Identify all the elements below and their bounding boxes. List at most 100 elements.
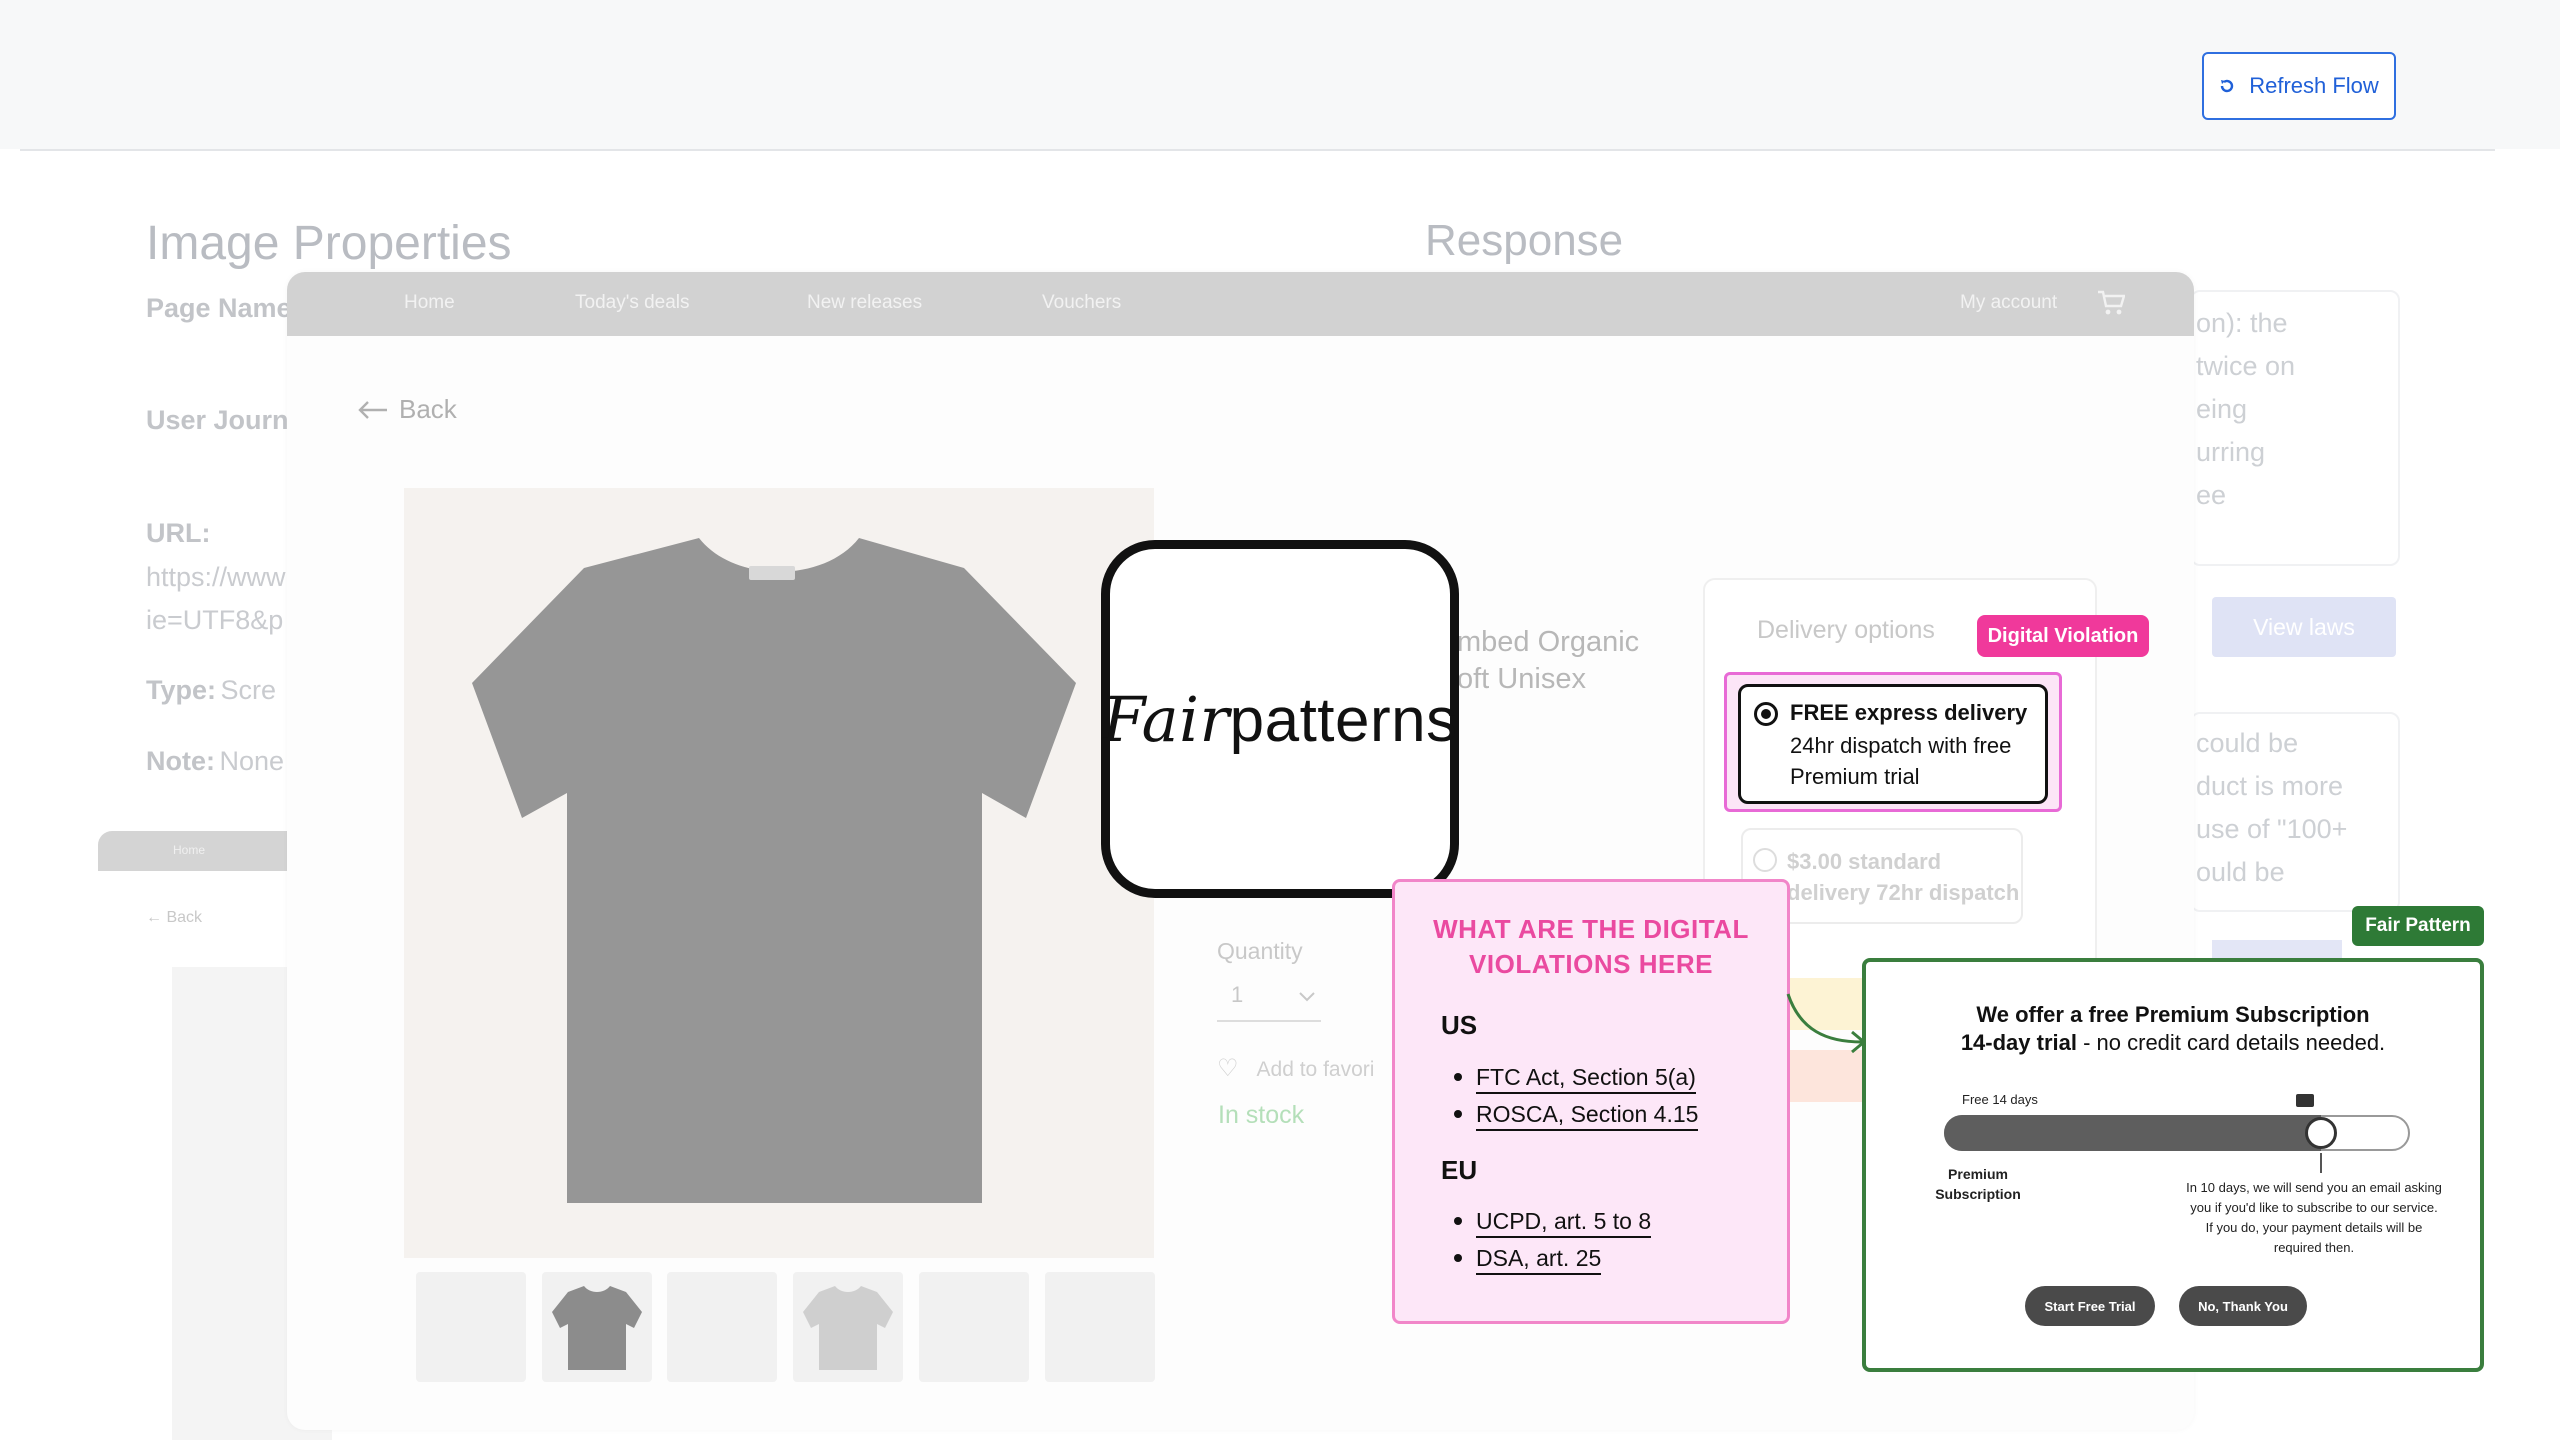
note-row: Note: None: [146, 746, 284, 777]
add-to-favorites[interactable]: ♡ Add to favori: [1217, 1054, 1374, 1083]
nav-todays-deals[interactable]: Today's deals: [575, 292, 690, 314]
law-link[interactable]: ROSCA, Section 4.15: [1454, 1101, 1699, 1131]
thumbnail-1[interactable]: [416, 1272, 526, 1382]
thumbnail-6[interactable]: [1045, 1272, 1155, 1382]
logo-fair: Fair: [1102, 682, 1230, 756]
response-line: duct is more: [2196, 771, 2344, 801]
radio-selected[interactable]: [1754, 702, 1778, 726]
express-delivery-title: FREE express delivery: [1790, 700, 2028, 725]
standard-line-2: delivery 72hr dispatch: [1787, 880, 2020, 905]
express-delivery-subtitle: 24hr dispatch with free Premium trial: [1790, 733, 2012, 789]
thumbnail-5[interactable]: [919, 1272, 1029, 1382]
product-title: mbed Organic oft Unisex: [1457, 624, 1639, 698]
bullet: [1454, 1216, 1462, 1225]
view-laws-button[interactable]: View laws: [2212, 597, 2396, 657]
response-line: on): the: [2196, 308, 2288, 338]
chevron-down-icon: [1299, 992, 1315, 1002]
refresh-flow-button[interactable]: Refresh Flow: [2202, 52, 2396, 120]
mini-back-label: Back: [166, 909, 203, 926]
back-label: Back: [399, 394, 457, 424]
mail-icon: [2296, 1094, 2314, 1107]
store-navbar: Home Today's deals New releases Vouchers…: [287, 272, 2194, 336]
law-link-text[interactable]: UCPD, art. 5 to 8: [1476, 1208, 1652, 1238]
violations-heading-line-2: VIOLATIONS HERE: [1469, 949, 1713, 979]
url-line-1[interactable]: https://www: [146, 562, 286, 593]
fair-pattern-line-1: We offer a free Premium Subscription: [1976, 1002, 2370, 1027]
user-journey-label: User Journ: [146, 405, 289, 435]
back-link[interactable]: Back: [357, 394, 457, 425]
bullet: [1454, 1072, 1462, 1081]
no-thank-you-button[interactable]: No, Thank You: [2179, 1286, 2307, 1326]
response-text-2: could be duct is more use of "100+ ould …: [2196, 722, 2347, 894]
response-line: could be: [2196, 728, 2299, 758]
timeline-tick: [2320, 1153, 2323, 1173]
region-us: US: [1441, 1010, 1478, 1040]
response-line: ould be: [2196, 857, 2285, 887]
fair-pattern-line-2: 14-day trial - no credit card details ne…: [1864, 1029, 2482, 1057]
fair-pattern-badge: Fair Pattern: [2352, 906, 2484, 946]
response-title: Response: [1425, 216, 1624, 265]
url-label: URL:: [146, 518, 211, 548]
start-free-trial-button[interactable]: Start Free Trial: [2025, 1286, 2155, 1326]
response-line: eing: [2196, 394, 2248, 424]
type-label: Type:: [146, 675, 217, 705]
product-title-line-1: mbed Organic: [1457, 626, 1640, 658]
quantity-value: 1: [1231, 982, 1244, 1007]
product-title-line-2: oft Unisex: [1457, 663, 1586, 695]
delivery-options-label: Delivery options: [1757, 616, 1935, 644]
url-line-2[interactable]: ie=UTF8&p: [146, 605, 283, 636]
refresh-flow-label: Refresh Flow: [2249, 73, 2379, 98]
response-line: ee: [2196, 480, 2227, 510]
violations-heading-line-1: WHAT ARE THE DIGITAL: [1433, 914, 1749, 944]
standard-line-1: $3.00 standard: [1787, 849, 1942, 874]
quantity-label: Quantity: [1217, 938, 1303, 964]
standard-delivery-text: $3.00 standard delivery 72hr dispatch: [1787, 846, 2019, 908]
tshirt-thumb-icon: [803, 1286, 893, 1370]
thumbnail-3[interactable]: [667, 1272, 777, 1382]
violations-heading: WHAT ARE THE DIGITAL VIOLATIONS HERE: [1392, 912, 1790, 982]
arrow-left-icon: [358, 400, 387, 419]
type-row: Type: Scre: [146, 675, 276, 706]
tshirt-thumb-icon: [552, 1286, 642, 1370]
response-line: urring: [2196, 437, 2266, 467]
law-link-text[interactable]: ROSCA, Section 4.15: [1476, 1101, 1699, 1131]
favorites-label: Add to favori: [1256, 1058, 1375, 1081]
digital-violation-badge: Digital Violation: [1977, 615, 2149, 657]
radio-unselected: [1753, 848, 1777, 872]
law-link[interactable]: UCPD, art. 5 to 8: [1454, 1208, 1652, 1238]
nav-vouchers[interactable]: Vouchers: [1042, 292, 1121, 314]
top-toolbar: [0, 0, 2560, 149]
tshirt-image: [472, 538, 1076, 1203]
premium-subscription-label: Premium Subscription: [1935, 1166, 2021, 1202]
law-link[interactable]: FTC Act, Section 5(a): [1454, 1064, 1696, 1094]
type-value: Scre: [220, 675, 276, 705]
heart-icon: ♡: [1217, 1055, 1239, 1082]
law-link-text[interactable]: DSA, art. 25: [1476, 1245, 1602, 1275]
connector-arrow-icon: [1786, 993, 1867, 1054]
trial-length: 14-day trial: [1960, 1030, 2077, 1055]
logo-patterns: patterns: [1229, 685, 1458, 755]
law-link[interactable]: DSA, art. 25: [1454, 1245, 1602, 1275]
note-label: Note:: [146, 746, 215, 776]
no-card-text: - no credit card details needed.: [2076, 1030, 2386, 1055]
nav-new-releases[interactable]: New releases: [807, 292, 922, 314]
toolbar-divider: [20, 149, 2495, 151]
page-name-label: Page Name: [146, 293, 292, 323]
logo-wordmark: Fairpatterns: [1102, 683, 1457, 756]
note-value: None: [219, 746, 284, 776]
nav-my-account[interactable]: My account: [1960, 292, 2057, 314]
thumbnail-4[interactable]: [793, 1272, 903, 1382]
mini-preview-nav: Home: [98, 831, 298, 871]
thumbnail-2[interactable]: [542, 1272, 652, 1382]
mini-back-link[interactable]: ← Back: [146, 909, 202, 927]
nav-home[interactable]: Home: [404, 292, 455, 314]
cart-icon[interactable]: [2097, 290, 2125, 316]
trial-timeline-fill: [1944, 1115, 2322, 1151]
fair-pattern-heading: We offer a free Premium Subscription 14-…: [1864, 1001, 2482, 1057]
fairpatterns-logo: Fairpatterns: [1101, 540, 1459, 898]
reminder-note: In 10 days, we will send you an email as…: [2186, 1180, 2442, 1255]
quantity-select[interactable]: 1: [1217, 982, 1321, 1022]
response-line: twice on: [2196, 351, 2296, 381]
law-link-text[interactable]: FTC Act, Section 5(a): [1476, 1064, 1696, 1094]
mini-nav-home: Home: [173, 843, 206, 857]
